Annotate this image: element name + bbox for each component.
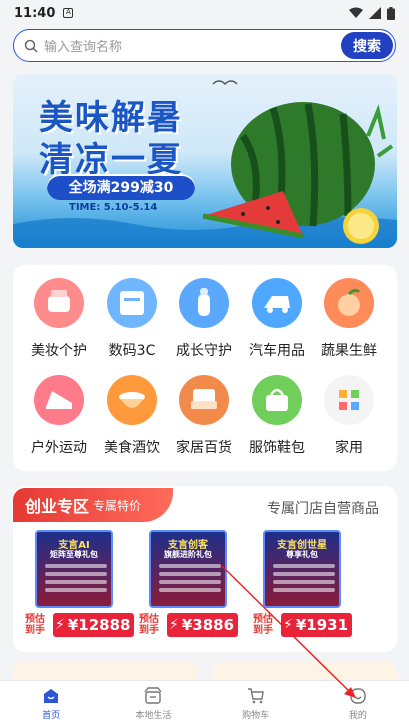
shop-icon [144,687,162,704]
wifi-icon [349,7,363,18]
lightning-icon: ⚡ [283,617,293,633]
signal-icon [369,7,381,19]
price-row: 预估 到手 ⚡ ¥3886 [139,612,239,638]
category-item[interactable]: 数码3C [96,278,168,360]
grid-icon [324,375,374,425]
price-tag: ⚡ ¥12888 [53,613,135,637]
status-time: 11:40 [14,5,56,21]
status-indicators [349,6,395,20]
estimate-label: 预估 到手 [139,614,159,636]
product-card[interactable]: 支言创客 旗舰进阶礼包预估 到手 ⚡ ¥3886 [139,530,259,637]
thumb-decoration [273,564,335,596]
home-icon [44,689,59,703]
category-label: 蔬果生鲜 [321,343,377,359]
search-button[interactable]: 搜索 [341,32,393,59]
watermelon-image [202,102,393,244]
cart-icon [247,688,264,704]
nav-item[interactable]: 本地生活 [102,681,204,727]
lightning-icon: ⚡ [55,617,65,633]
category-label: 户外运动 [31,440,87,456]
thumb-subtitle: 旗舰进阶礼包 [164,550,212,559]
category-item[interactable]: 美食酒饮 [96,375,168,457]
zone-tab-title: 创业专区 [25,497,90,516]
nav-label: 首页 [42,711,61,721]
lightning-icon: ⚡ [169,617,179,633]
status-bar: 11:40 A [0,0,409,26]
category-label: 家用 [335,440,363,456]
category-item[interactable]: 美妆个护 [23,278,95,360]
thumb-decoration [159,564,221,596]
nav-label: 我的 [348,711,367,721]
armchair-icon [179,375,229,425]
category-label: 美食酒饮 [104,440,160,456]
search-icon [24,39,38,53]
category-item[interactable]: 户外运动 [23,375,95,457]
category-item[interactable]: 汽车用品 [241,278,313,360]
cosmetics-icon [34,278,84,328]
category-label: 成长守护 [176,343,232,359]
search-bar[interactable]: 输入查询名称 搜索 [13,29,396,62]
price-tag: ⚡ ¥3886 [167,613,239,637]
sneaker-icon [34,375,84,425]
category-item[interactable]: 服饰鞋包 [241,375,313,457]
price-row: 预估 到手 ⚡ ¥12888 [25,612,135,638]
pot-icon [107,375,157,425]
nav-item[interactable]: 首页 [0,681,102,727]
zone-tab-subtitle: 专属特价 [93,498,142,513]
zone-tab[interactable]: 创业专区 专属特价 [13,488,173,522]
category-label: 服饰鞋包 [249,440,305,456]
nav-label: 购物车 [242,711,270,721]
category-item[interactable]: 家用 [313,375,385,457]
banner-promo-pill: 全场满299减30 [47,174,195,200]
notification-icon: A [63,8,74,18]
price-value: ¥1931 [295,616,349,634]
banner-dates: TIME: 5.10-5.14 [69,202,158,213]
startup-zone: 创业专区 专属特价 专属门店自营商品 支言AI 矩阵至尊礼包 预估 到手 ⚡ ¥12888… [13,486,397,652]
price-row: 预估 到手 ⚡ ¥1931 [253,612,353,638]
product-card[interactable]: 支言AI 矩阵至尊礼包预估 到手 ⚡ ¥12888 [25,530,145,637]
category-item[interactable]: 家居百货 [168,375,240,457]
nav-item[interactable]: 我的 [307,681,409,727]
category-label: 美妆个护 [31,343,87,359]
baby-bottle-icon [179,278,229,328]
nav-label: 本地生活 [135,711,172,721]
bottom-nav: 首页 本地生活 购物车 我的 [0,680,409,727]
category-item[interactable]: 成长守护 [168,278,240,360]
product-thumbnail: 支言创世星 尊享礼包 [263,530,341,608]
category-label: 数码3C [108,343,156,359]
price-value: ¥12888 [67,616,131,634]
search-input[interactable]: 输入查询名称 [44,36,122,55]
peach-icon [324,278,374,328]
price-value: ¥3886 [181,616,235,634]
thumb-subtitle: 尊享礼包 [286,550,318,559]
battery-icon [387,6,395,20]
thumb-subtitle: 矩阵至尊礼包 [50,550,98,559]
estimate-label: 预估 到手 [25,614,45,636]
category-item[interactable]: 蔬果生鲜 [313,278,385,360]
product-thumbnail: 支言创客 旗舰进阶礼包 [149,530,227,608]
car-wash-icon [252,278,302,328]
handbag-icon [252,375,302,425]
nav-item[interactable]: 购物车 [205,681,307,727]
printer-icon [107,278,157,328]
thumb-decoration [45,564,107,596]
price-tag: ⚡ ¥1931 [281,613,353,637]
profile-icon [350,688,366,704]
estimate-label: 预估 到手 [253,614,273,636]
product-thumbnail: 支言AI 矩阵至尊礼包 [35,530,113,608]
category-label: 汽车用品 [249,343,305,359]
category-grid: 美妆个护 数码3C 成长守护 汽车用品 蔬果生鲜户外运动 美食酒饮 家居百货 服饰鞋包 家用 [13,265,397,471]
zone-right-label[interactable]: 专属门店自营商品 [267,498,379,518]
promo-banner[interactable]: 美味解暑 清凉一夏 全场满299减30 TIME: 5.10-5.14 [13,74,397,248]
category-label: 家居百货 [176,440,232,456]
product-card[interactable]: 支言创世星 尊享礼包预估 到手 ⚡ ¥1931 [253,530,373,637]
